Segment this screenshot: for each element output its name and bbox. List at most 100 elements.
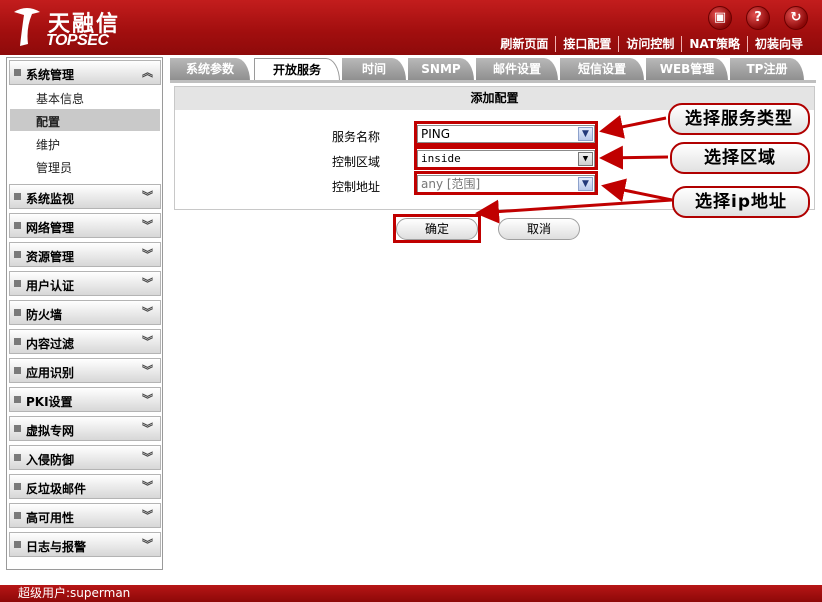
sidebar-section-label: 网络管理 [26,221,75,235]
tab-snmp[interactable]: SNMP [408,58,474,81]
logo-text-en: TOPSEC [46,32,109,49]
top-nav: 刷新页面 接口配置 访问控制 NAT策略 初装向导 [493,36,810,52]
chevron-down-icon: ︾ [142,335,153,348]
tab-open-services[interactable]: 开放服务 [254,58,340,81]
sidebar-section-label: 系统监视 [26,192,75,206]
nav-interface-config[interactable]: 接口配置 [555,36,618,52]
sidebar: 系统管理 ︽ 基本信息 配置 维护 管理员 系统监视 ︾ 网络管理 ︾ 资源管理 ︾ … [6,57,163,570]
highlight-control-zone [414,146,598,170]
bullet-icon [14,69,21,76]
chevron-down-icon: ︾ [142,480,153,493]
nav-refresh[interactable]: 刷新页面 [493,36,555,52]
bullet-icon [14,396,21,403]
sidebar-section-vpn[interactable]: 虚拟专网 ︾ [9,416,161,441]
logo-mark-icon [14,8,40,46]
sidebar-section-network[interactable]: 网络管理 ︾ [9,213,161,238]
sidebar-section-resource[interactable]: 资源管理 ︾ [9,242,161,267]
current-user: 超级用户:superman [18,586,131,600]
sidebar-section-app-identify[interactable]: 应用识别 ︾ [9,358,161,383]
bullet-icon [14,425,21,432]
sidebar-section-label: 系统管理 [26,68,75,82]
sidebar-section-label: 内容过滤 [26,337,75,351]
sidebar-section-label: 虚拟专网 [26,424,75,438]
sidebar-item-config[interactable]: 配置 [10,109,160,131]
sidebar-section-content-filter[interactable]: 内容过滤 ︾ [9,329,161,354]
sidebar-section-label: 反垃圾邮件 [26,482,87,496]
sidebar-section-pki[interactable]: PKI设置 ︾ [9,387,161,412]
bullet-icon [14,309,21,316]
callout-select-service: 选择服务类型 [668,103,810,135]
status-bar: 超级用户:superman [0,585,822,602]
sidebar-section-label: 资源管理 [26,250,75,264]
bullet-icon [14,454,21,461]
bullet-icon [14,280,21,287]
chevron-down-icon: ︾ [142,538,153,551]
chevron-down-icon: ︾ [142,306,153,319]
sidebar-item-label: 管理员 [36,161,73,175]
chevron-down-icon: ︾ [142,364,153,377]
logout-icon[interactable]: ↻ [784,6,808,30]
chevron-down-icon: ︾ [142,422,153,435]
tab-time[interactable]: 时间 [342,58,406,81]
sidebar-section-label: 高可用性 [26,511,75,525]
chevron-down-icon: ︾ [142,509,153,522]
tab-bar: 系统参数 开放服务 时间 SNMP 邮件设置 短信设置 WEB管理 TP注册 [170,58,816,81]
app-header: 天融信 TOPSEC ▣ ? ↻ 刷新页面 接口配置 访问控制 NAT策略 初装… [0,0,822,55]
tab-system-params[interactable]: 系统参数 [170,58,250,81]
sidebar-section-system-monitor[interactable]: 系统监视 ︾ [9,184,161,209]
help-icon[interactable]: ? [746,6,770,30]
control-zone-label: 控制区域 [331,155,380,169]
chevron-up-icon: ︽ [142,66,153,79]
tab-bar-underline [170,80,816,83]
sidebar-item-maintain[interactable]: 维护 [10,132,160,154]
sidebar-section-ips[interactable]: 入侵防御 ︾ [9,445,161,470]
sidebar-section-label: 用户认证 [26,279,75,293]
sidebar-section-label: 防火墙 [26,308,63,322]
highlight-service-name [414,121,598,146]
chevron-down-icon: ︾ [142,277,153,290]
sidebar-section-label: 入侵防御 [26,453,75,467]
chevron-down-icon: ︾ [142,451,153,464]
sidebar-section-user-auth[interactable]: 用户认证 ︾ [9,271,161,296]
service-name-label: 服务名称 [331,130,380,144]
sidebar-section-label: 日志与报警 [26,540,87,554]
sidebar-item-label: 基本信息 [36,92,85,106]
tab-sms-settings[interactable]: 短信设置 [560,58,644,81]
callout-select-zone: 选择区域 [670,142,810,174]
sidebar-item-basic-info[interactable]: 基本信息 [10,86,160,108]
cancel-button[interactable]: 取消 [498,218,580,240]
chevron-down-icon: ︾ [142,219,153,232]
sidebar-section-high-availability[interactable]: 高可用性 ︾ [9,503,161,528]
bullet-icon [14,193,21,200]
nav-nat-policy[interactable]: NAT策略 [681,36,747,52]
sidebar-section-label: PKI设置 [26,395,73,409]
highlight-ok-button [393,214,481,243]
sidebar-section-label: 应用识别 [26,366,75,380]
sidebar-item-admin[interactable]: 管理员 [10,155,160,177]
nav-access-control[interactable]: 访问控制 [618,36,681,52]
bullet-icon [14,367,21,374]
bullet-icon [14,541,21,548]
bullet-icon [14,512,21,519]
bullet-icon [14,483,21,490]
control-address-label: 控制地址 [331,180,380,194]
tab-mail-settings[interactable]: 邮件设置 [476,58,558,81]
sidebar-section-log-alarm[interactable]: 日志与报警 ︾ [9,532,161,557]
topsec-logo: 天融信 TOPSEC [8,4,158,52]
sidebar-section-firewall[interactable]: 防火墙 ︾ [9,300,161,325]
sidebar-section-anti-spam[interactable]: 反垃圾邮件 ︾ [9,474,161,499]
bullet-icon [14,338,21,345]
callout-select-ip: 选择ip地址 [672,186,810,218]
sidebar-section-system-mgmt[interactable]: 系统管理 ︽ [9,60,161,85]
nav-setup-wizard[interactable]: 初装向导 [746,36,810,52]
highlight-control-address [414,171,598,195]
bullet-icon [14,222,21,229]
sidebar-item-label: 维护 [36,138,61,152]
tab-tp-register[interactable]: TP注册 [730,58,804,81]
chevron-down-icon: ︾ [142,393,153,406]
sidebar-item-label: 配置 [36,115,61,129]
bullet-icon [14,251,21,258]
tab-web-mgmt[interactable]: WEB管理 [646,58,728,81]
chevron-down-icon: ︾ [142,248,153,261]
save-icon[interactable]: ▣ [708,6,732,30]
